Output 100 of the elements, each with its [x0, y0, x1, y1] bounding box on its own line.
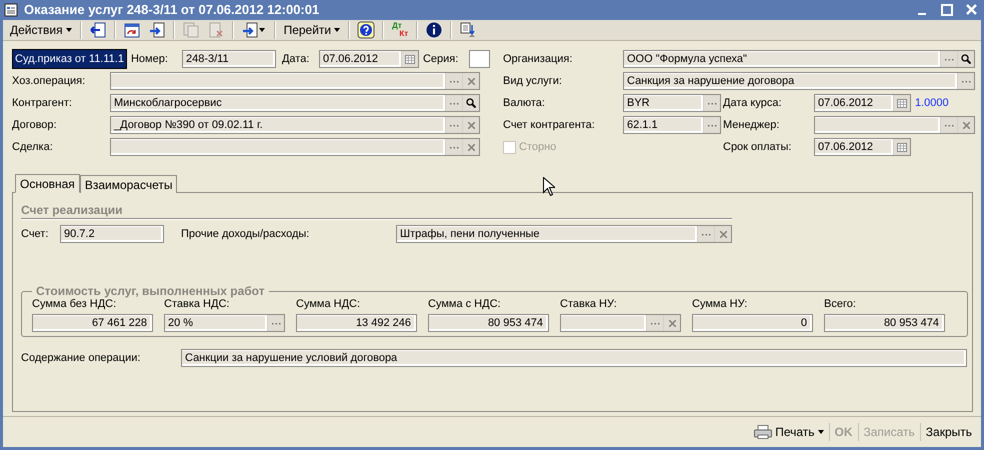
input-field[interactable]: 07.06.2012 — [814, 94, 911, 112]
ellipsis-icon — [962, 80, 970, 82]
date-field[interactable]: 07.06.2012 — [318, 50, 419, 68]
field-label: Всего: — [824, 298, 857, 310]
input-field[interactable]: 67 461 228 — [32, 314, 153, 332]
field-label: Сумма с НДС: — [428, 298, 502, 310]
ellipsis-icon — [272, 322, 280, 324]
input-field[interactable]: Минскоблагросервис — [110, 94, 480, 112]
ellipsis-icon — [450, 80, 458, 82]
arrow-left-icon — [90, 22, 106, 38]
choose-button[interactable] — [445, 117, 462, 133]
input-field[interactable]: 0 — [692, 314, 813, 332]
ellipsis-icon — [944, 124, 954, 126]
document-kind-field[interactable]: Суд.приказ от 11.11.1 — [12, 49, 127, 69]
clear-icon — [468, 122, 474, 128]
input-field[interactable]: Штрафы, пени полученные — [396, 225, 732, 243]
input-field[interactable] — [560, 314, 681, 332]
caret-icon — [818, 430, 824, 434]
search-button[interactable] — [462, 95, 479, 111]
ellipsis-icon — [450, 102, 458, 104]
input-field[interactable]: 62.1.1 — [623, 116, 721, 134]
field-label: Контрагент: — [12, 97, 73, 109]
calendar-button[interactable] — [893, 95, 910, 111]
input-field[interactable] — [814, 116, 975, 134]
document-arrow-icon — [242, 22, 258, 38]
field-label: Сделка: — [12, 141, 54, 153]
calendar-icon — [897, 98, 907, 108]
input-field[interactable]: Санкция за нарушение договора — [623, 72, 975, 90]
field-label: Номер: — [130, 53, 169, 65]
field-label: Сумма без НДС: — [32, 298, 118, 310]
input-field[interactable]: 07.06.2012 — [814, 138, 911, 156]
choose-button[interactable] — [445, 73, 462, 89]
choose-button[interactable] — [445, 139, 462, 155]
tab[interactable]: Основная — [15, 174, 80, 193]
input-field[interactable]: 80 953 474 — [824, 314, 945, 332]
maximize-button[interactable] — [941, 4, 953, 16]
search-icon — [961, 54, 971, 64]
search-button[interactable] — [957, 51, 974, 67]
clear-button[interactable] — [957, 117, 974, 133]
clear-button[interactable] — [462, 117, 479, 133]
menu-button[interactable]: Перейти — [280, 20, 344, 40]
clear-icon — [962, 122, 970, 128]
exchange-rate[interactable]: 1.0000 — [915, 97, 949, 109]
menu-button[interactable]: Действия — [7, 20, 75, 40]
ellipsis-icon — [650, 322, 660, 324]
clear-button[interactable] — [714, 226, 731, 242]
clear-icon — [720, 230, 726, 238]
field-label: Счет: — [21, 228, 50, 240]
caret-icon — [66, 28, 72, 32]
document-arrow-icon — [148, 22, 165, 38]
field-label: Менеджер: — [723, 119, 780, 131]
checkbox-label: Сторно — [519, 141, 558, 153]
ellipsis-icon — [450, 146, 458, 148]
input-field[interactable]: 90.7.2 — [60, 225, 164, 243]
choose-button[interactable] — [267, 315, 284, 331]
form-icon — [4, 2, 18, 17]
input-field[interactable]: 80 953 474 — [428, 314, 549, 332]
clear-button[interactable] — [663, 315, 680, 331]
choose-button[interactable] — [646, 315, 663, 331]
calendar-button[interactable] — [400, 51, 418, 67]
footer-button[interactable]: Закрыть — [920, 422, 977, 442]
input-field[interactable]: _Договор №390 от 09.02.11 г. — [110, 116, 480, 134]
caret-icon — [334, 28, 340, 32]
printer-icon — [754, 425, 772, 439]
ellipsis-icon — [944, 58, 954, 60]
field-label: Прочие доходы/расходы: — [181, 228, 310, 240]
field-label: Дата: — [282, 53, 310, 65]
toolbar-button[interactable] — [355, 20, 378, 40]
field-label: Дата курса: — [723, 97, 783, 109]
help-icon — [357, 20, 376, 39]
clear-button[interactable] — [462, 73, 479, 89]
calendar-button[interactable] — [893, 139, 910, 155]
debit-credit-button[interactable]: Дт Кт — [389, 20, 412, 40]
input-field[interactable]: 20 % — [164, 314, 285, 332]
calendar-icon — [404, 54, 415, 64]
print-button[interactable]: Печать — [749, 422, 828, 442]
choose-button[interactable] — [957, 73, 974, 89]
choose-button[interactable] — [703, 117, 720, 133]
input-field[interactable]: BYR — [623, 94, 721, 112]
clear-icon — [468, 144, 474, 150]
clear-icon — [468, 78, 474, 84]
clear-icon — [668, 320, 676, 326]
tab[interactable]: Взаиморасчеты — [80, 175, 178, 193]
document-structure-icon — [460, 22, 476, 38]
input-field[interactable]: ООО "Формула успеха" — [623, 50, 975, 68]
series-field[interactable] — [468, 50, 490, 68]
field-label: Вид услуги: — [503, 75, 563, 87]
input-field[interactable]: 13 492 246 — [296, 314, 417, 332]
input-field[interactable] — [110, 72, 480, 90]
number-field[interactable]: 248-3/11 — [182, 50, 276, 68]
input-field[interactable]: Санкции за нарушение условий договора — [181, 349, 967, 367]
mouse-cursor-icon — [543, 177, 555, 196]
choose-button[interactable] — [697, 226, 714, 242]
close-button[interactable] — [966, 4, 976, 16]
choose-button[interactable] — [703, 95, 720, 111]
choose-button[interactable] — [940, 117, 957, 133]
input-field[interactable] — [110, 138, 480, 156]
field-label: Содержание операции: — [21, 352, 142, 364]
clear-button[interactable] — [462, 139, 479, 155]
field-label: Счет контрагента: — [503, 119, 596, 131]
